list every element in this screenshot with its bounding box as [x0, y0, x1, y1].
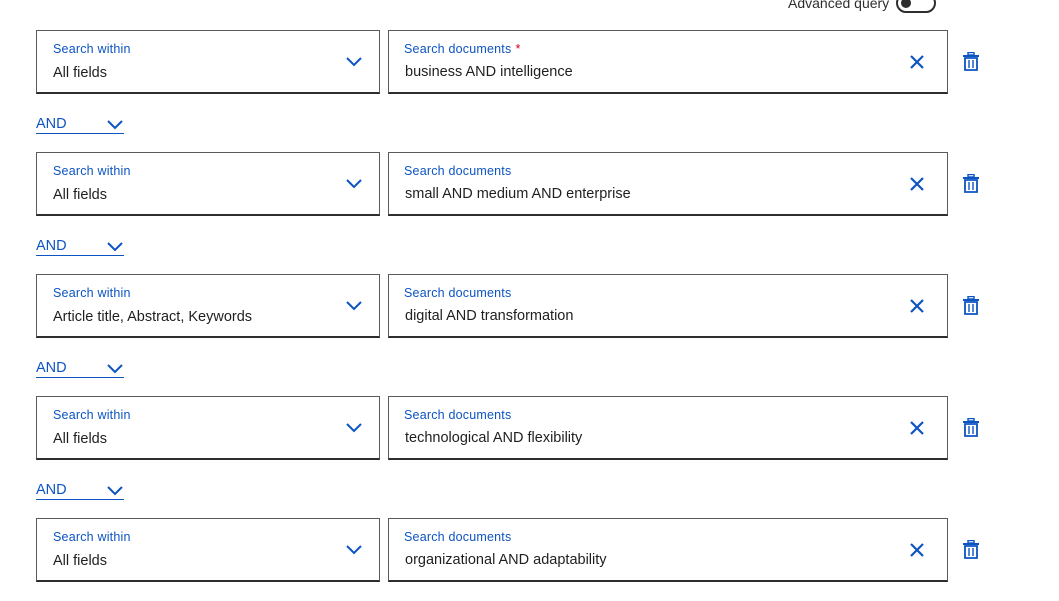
- search-row: Search within Article title, Abstract, K…: [36, 274, 996, 338]
- operator-value: AND: [36, 482, 67, 498]
- close-icon[interactable]: [909, 542, 925, 558]
- search-documents-label: Search documents: [404, 408, 512, 422]
- close-icon[interactable]: [909, 176, 925, 192]
- trash-icon[interactable]: [962, 540, 980, 559]
- toggle-knob: [901, 0, 912, 8]
- boolean-operator-select[interactable]: AND: [36, 482, 124, 500]
- search-within-label: Search within: [53, 286, 131, 300]
- search-within-label: Search within: [53, 530, 131, 544]
- chevron-down-icon: [346, 57, 362, 67]
- search-within-select[interactable]: Search within All fields: [36, 396, 380, 460]
- search-documents-input[interactable]: technological AND flexibility: [405, 430, 582, 446]
- close-icon[interactable]: [909, 420, 925, 436]
- chevron-down-icon: [346, 179, 362, 189]
- search-within-value: All fields: [53, 187, 107, 203]
- search-within-label: Search within: [53, 408, 131, 422]
- close-icon[interactable]: [909, 298, 925, 314]
- search-documents-input[interactable]: organizational AND adaptability: [405, 552, 607, 568]
- search-documents-field[interactable]: Search documents digital AND transformat…: [388, 274, 948, 338]
- search-documents-label: Search documents: [404, 530, 512, 544]
- search-documents-label: Search documents: [404, 286, 512, 300]
- operator-value: AND: [36, 238, 67, 254]
- boolean-operator-select[interactable]: AND: [36, 238, 124, 256]
- search-within-value: All fields: [53, 553, 107, 569]
- search-row: Search within All fields Search document…: [36, 396, 996, 460]
- trash-icon[interactable]: [962, 52, 980, 71]
- search-within-value: All fields: [53, 431, 107, 447]
- search-documents-field[interactable]: Search documents organizational AND adap…: [388, 518, 948, 582]
- advanced-query-toggle[interactable]: [896, 0, 937, 13]
- search-within-select[interactable]: Search within All fields: [36, 152, 380, 216]
- advanced-query-label: Advanced query: [788, 0, 890, 11]
- advanced-query-toggle-group: Advanced query: [788, 0, 937, 13]
- search-within-value: All fields: [53, 65, 107, 81]
- chevron-down-icon: [346, 301, 362, 311]
- search-documents-field[interactable]: Search documents * business AND intellige…: [388, 30, 948, 94]
- chevron-down-icon: [346, 545, 362, 555]
- search-documents-input[interactable]: business AND intelligence: [405, 64, 573, 80]
- advanced-search-form: Advanced query Search within All fields …: [0, 0, 1059, 601]
- operator-value: AND: [36, 116, 67, 132]
- search-within-select[interactable]: Search within Article title, Abstract, K…: [36, 274, 380, 338]
- trash-icon[interactable]: [962, 296, 980, 315]
- search-documents-field[interactable]: Search documents small AND medium AND en…: [388, 152, 948, 216]
- search-within-select[interactable]: Search within All fields: [36, 518, 380, 582]
- chevron-down-icon: [107, 364, 123, 374]
- chevron-down-icon: [346, 423, 362, 433]
- search-within-label: Search within: [53, 164, 131, 178]
- search-row: Search within All fields Search document…: [36, 30, 996, 94]
- chevron-down-icon: [107, 486, 123, 496]
- search-row: Search within All fields Search document…: [36, 152, 996, 216]
- boolean-operator-select[interactable]: AND: [36, 116, 124, 134]
- search-within-value: Article title, Abstract, Keywords: [53, 309, 253, 325]
- search-documents-field[interactable]: Search documents technological AND flexi…: [388, 396, 948, 460]
- search-documents-label: Search documents *: [404, 42, 521, 56]
- search-documents-input[interactable]: digital AND transformation: [405, 308, 573, 324]
- search-documents-label: Search documents: [404, 164, 512, 178]
- search-documents-input[interactable]: small AND medium AND enterprise: [405, 186, 631, 202]
- chevron-down-icon: [107, 120, 123, 130]
- close-icon[interactable]: [909, 54, 925, 70]
- operator-value: AND: [36, 360, 67, 376]
- boolean-operator-select[interactable]: AND: [36, 360, 124, 378]
- trash-icon[interactable]: [962, 418, 980, 437]
- chevron-down-icon: [107, 242, 123, 252]
- search-within-label: Search within: [53, 42, 131, 56]
- trash-icon[interactable]: [962, 174, 980, 193]
- search-row: Search within All fields Search document…: [36, 518, 996, 582]
- required-marker: *: [515, 42, 521, 56]
- search-within-select[interactable]: Search within All fields: [36, 30, 380, 94]
